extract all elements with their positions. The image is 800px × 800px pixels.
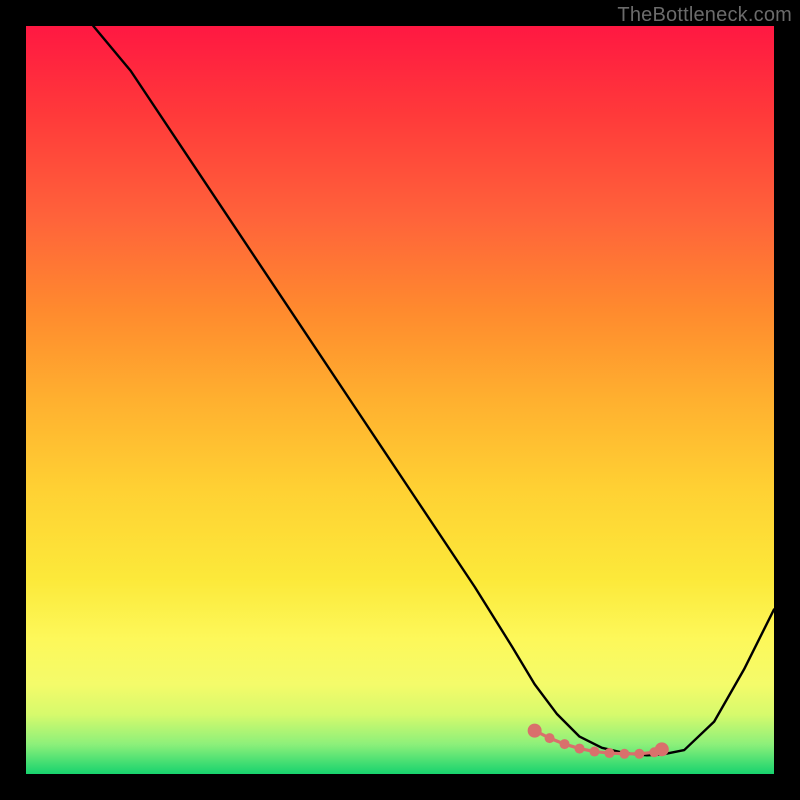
sweet-spot-marker-dot: [619, 749, 629, 759]
chart-container: TheBottleneck.com: [0, 0, 800, 800]
sweet-spot-marker-dots: [528, 724, 669, 759]
watermark-text: TheBottleneck.com: [617, 4, 792, 27]
bottleneck-curve-line: [93, 26, 774, 755]
sweet-spot-marker-line: [535, 731, 662, 754]
plot-area: [26, 26, 774, 774]
sweet-spot-marker-dot: [545, 733, 555, 743]
sweet-spot-marker-dot: [649, 747, 659, 757]
sweet-spot-marker-dot: [604, 748, 614, 758]
sweet-spot-marker-dot: [560, 739, 570, 749]
sweet-spot-marker-dot: [655, 742, 669, 756]
chart-svg: [26, 26, 774, 774]
sweet-spot-marker-dot: [575, 744, 585, 754]
sweet-spot-marker-dot: [528, 724, 542, 738]
sweet-spot-marker-dot: [589, 747, 599, 757]
sweet-spot-marker-dot: [634, 749, 644, 759]
